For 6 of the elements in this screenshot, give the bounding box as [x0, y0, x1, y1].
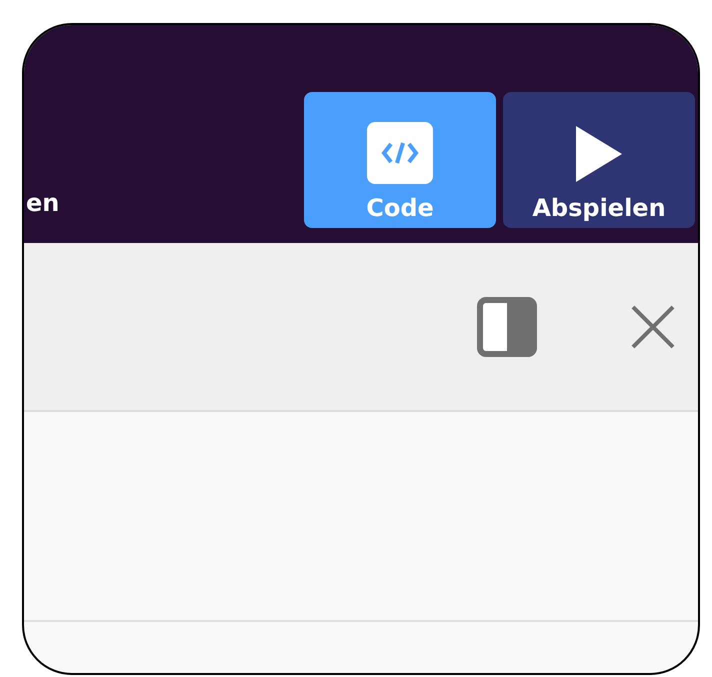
code-icon: [367, 122, 433, 184]
play-icon: [574, 124, 624, 184]
toolbar-button[interactable]: en: [24, 189, 60, 217]
close-icon[interactable]: [631, 304, 675, 348]
play-button[interactable]: Abspielen: [503, 92, 695, 228]
sidebar-toggle-icon[interactable]: [477, 296, 537, 356]
